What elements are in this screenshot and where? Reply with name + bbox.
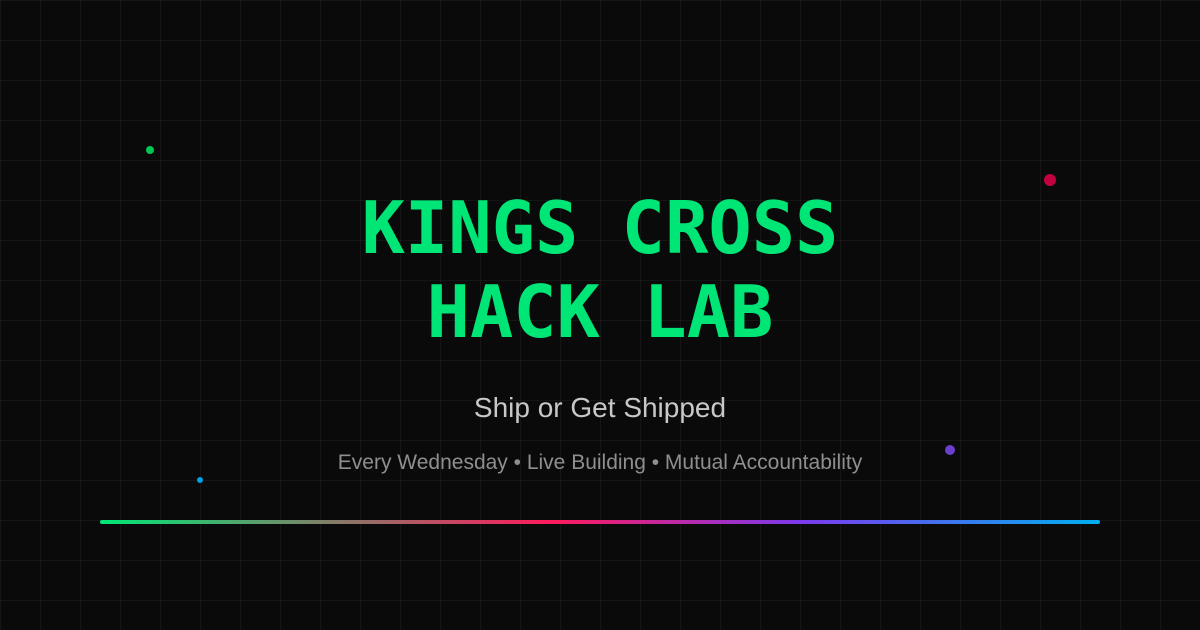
- hero-title-line-1: KINGS CROSS: [361, 186, 839, 270]
- hero-banner: KINGS CROSS HACK LAB Ship or Get Shipped…: [0, 0, 1200, 630]
- blue-dot-decoration: [197, 477, 203, 483]
- purple-dot-decoration: [945, 445, 955, 455]
- green-dot-decoration: [146, 146, 154, 154]
- hero-title: KINGS CROSS HACK LAB: [0, 186, 1200, 354]
- red-dot-decoration: [1044, 174, 1056, 186]
- gradient-divider: [100, 520, 1100, 524]
- event-details: Every Wednesday • Live Building • Mutual…: [337, 451, 863, 474]
- hero-title-line-2: HACK LAB: [426, 270, 774, 354]
- tagline: Ship or Get Shipped: [473, 392, 727, 423]
